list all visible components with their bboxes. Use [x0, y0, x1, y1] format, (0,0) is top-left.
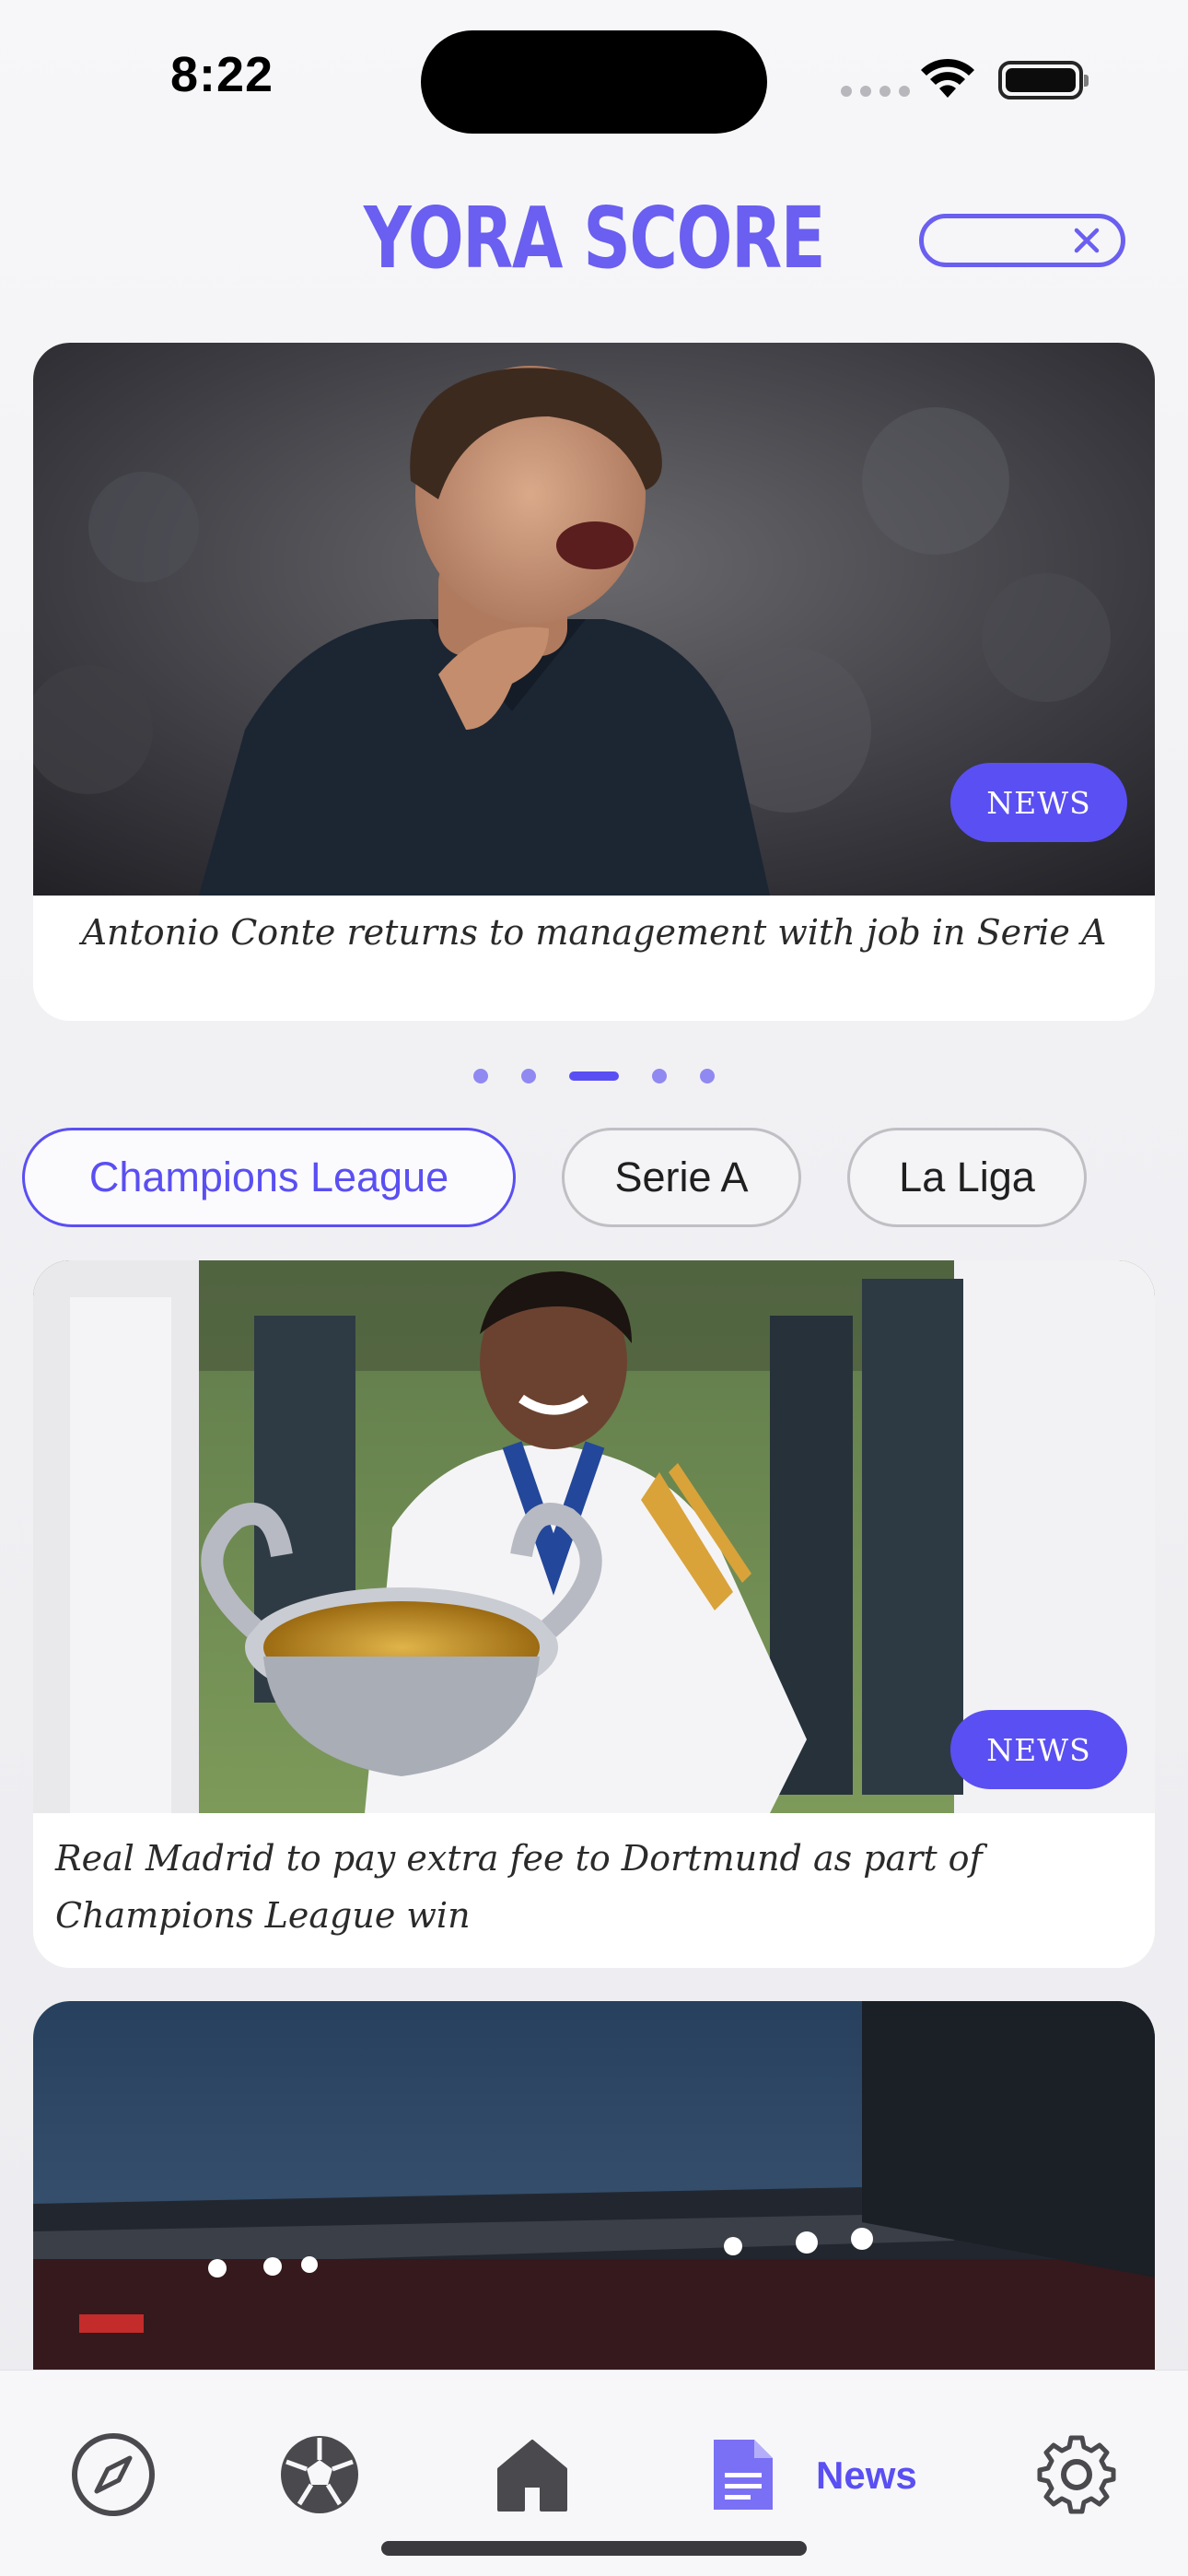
news-caption: Real Madrid to pay extra fee to Dortmund…	[55, 1838, 983, 1936]
wifi-icon	[921, 58, 974, 98]
close-icon	[1074, 228, 1100, 253]
tab-champions-league[interactable]: Champions League	[22, 1128, 516, 1227]
featured-news-caption: Antonio Conte returns to management with…	[81, 912, 1107, 953]
tab-la-liga[interactable]: La Liga	[847, 1128, 1087, 1227]
pager-dot[interactable]	[652, 1069, 667, 1083]
cellular-signal-icon	[841, 86, 910, 97]
tab-explore[interactable]	[63, 2424, 164, 2525]
document-icon	[714, 2440, 773, 2510]
tab-serie-a[interactable]: Serie A	[562, 1128, 801, 1227]
tab-news[interactable]	[693, 2424, 794, 2525]
gear-icon	[1037, 2435, 1116, 2514]
pager-dot-active[interactable]	[569, 1071, 619, 1081]
news-badge: NEWS	[950, 763, 1127, 842]
home-indicator[interactable]	[381, 2541, 807, 2556]
featured-news-card[interactable]: NEWS Antonio Conte returns to management…	[33, 343, 1155, 1021]
dynamic-island	[421, 30, 767, 134]
tab-news-label[interactable]: News	[816, 2453, 917, 2498]
news-card[interactable]: NEWS Real Madrid to pay extra fee to Dor…	[33, 1260, 1155, 1968]
tab-matches[interactable]	[269, 2424, 370, 2525]
news-badge: NEWS	[950, 1710, 1127, 1789]
pager-dot[interactable]	[700, 1069, 715, 1083]
compass-icon	[72, 2433, 155, 2516]
close-ad-button[interactable]	[919, 214, 1125, 267]
home-icon	[497, 2440, 567, 2512]
status-bar: 8:22	[0, 0, 1188, 157]
status-time: 8:22	[170, 47, 274, 102]
battery-icon	[998, 61, 1089, 100]
tab-home[interactable]	[482, 2424, 583, 2525]
football-icon	[281, 2436, 358, 2513]
carousel-pager[interactable]	[0, 1069, 1188, 1083]
tab-settings[interactable]	[1026, 2424, 1127, 2525]
pager-dot[interactable]	[473, 1069, 488, 1083]
pager-dot[interactable]	[521, 1069, 536, 1083]
